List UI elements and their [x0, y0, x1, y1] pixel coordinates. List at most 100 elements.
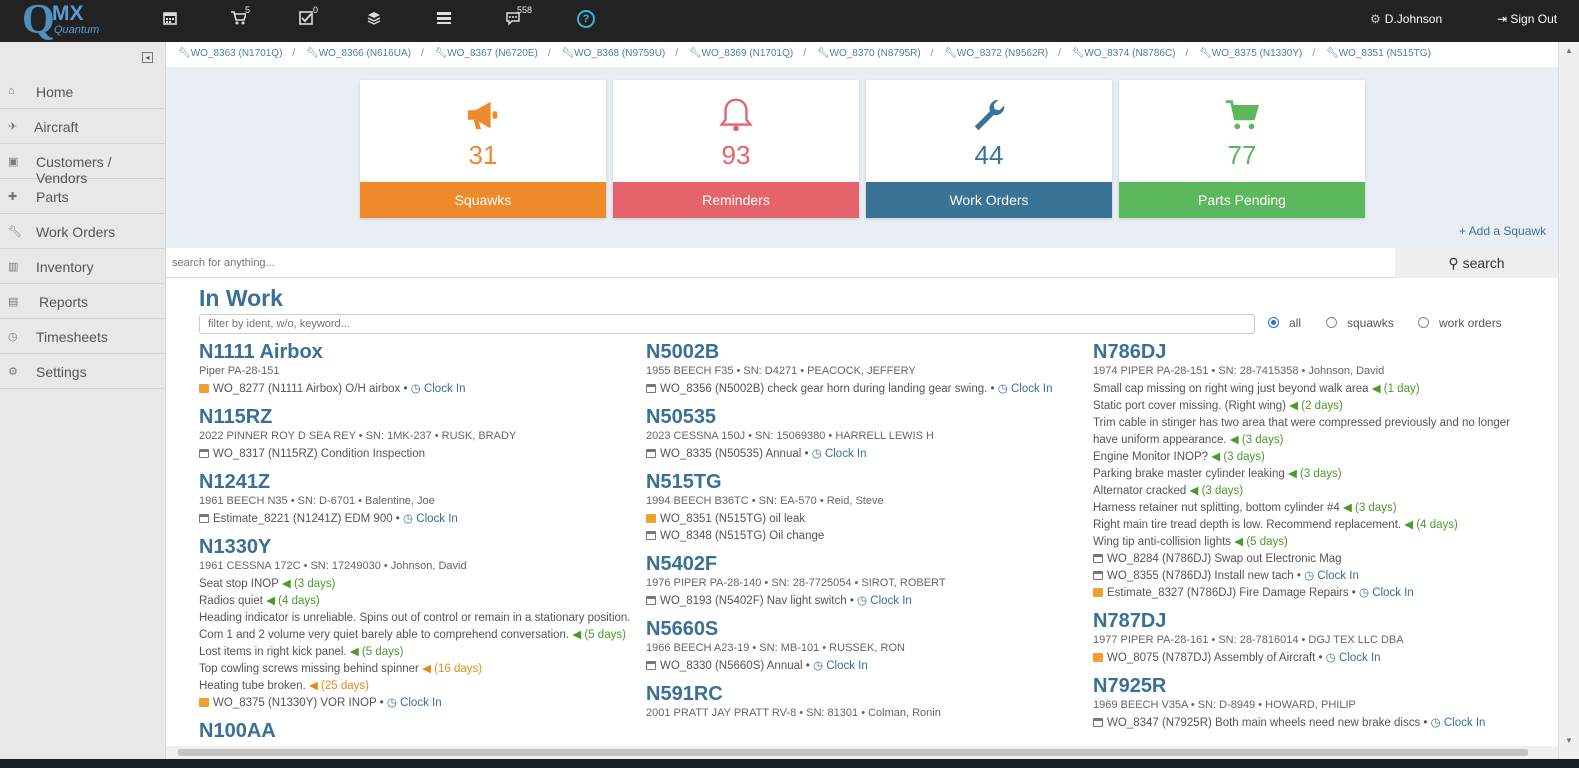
- work-order-item[interactable]: WO_8330 (N5660S) Annual • ◷ Clock In: [646, 658, 1086, 675]
- aircraft-tail-link[interactable]: N1241Z: [199, 470, 639, 494]
- work-order-item[interactable]: WO_8356 (N5002B) check gear horn during …: [646, 381, 1086, 398]
- aircraft-tail-link[interactable]: N515TG: [646, 470, 1086, 494]
- vertical-scrollbar[interactable]: ▲ ▼: [1558, 42, 1579, 768]
- squawk-item[interactable]: Top cowling screws missing behind spinne…: [199, 661, 639, 678]
- work-order-item[interactable]: WO_8335 (N50535) Annual • ◷ Clock In: [646, 446, 1086, 463]
- breadcrumb-link[interactable]: 🔧︎WO_8351 (N515TG): [1326, 48, 1431, 59]
- work-order-item[interactable]: Estimate_8221 (N1241Z) EDM 900 • ◷ Clock…: [199, 511, 639, 528]
- work-order-item[interactable]: WO_8277 (N1111 Airbox) O/H airbox • ◷ Cl…: [199, 381, 639, 398]
- clock-in-link[interactable]: ◷ Clock In: [387, 697, 442, 709]
- clock-in-link[interactable]: ◷ Clock In: [1304, 570, 1359, 582]
- horizontal-scrollbar[interactable]: [166, 746, 1558, 759]
- breadcrumb-link[interactable]: 🔧︎WO_8375 (N1330Y): [1199, 48, 1302, 59]
- tasks-icon[interactable]: 0: [298, 5, 318, 30]
- radio-work-orders[interactable]: work orders: [1418, 316, 1502, 330]
- aircraft-tail-link[interactable]: N1111 Airbox: [199, 340, 639, 364]
- work-order-item[interactable]: WO_8375 (N1330Y) VOR INOP • ◷ Clock In: [199, 695, 639, 712]
- clock-in-link[interactable]: ◷ Clock In: [812, 448, 867, 460]
- squawk-item[interactable]: Radios quiet ◀ (4 days): [199, 593, 639, 610]
- breadcrumb-link[interactable]: 🔧︎WO_8367 (N6720E): [435, 48, 538, 59]
- work-orders-card[interactable]: 44 Work Orders: [866, 80, 1112, 218]
- aircraft-tail-link[interactable]: N5660S: [646, 617, 1086, 641]
- messages-icon[interactable]: 558: [505, 5, 532, 30]
- squawk-item[interactable]: Wing tip anti-collision lights ◀ (5 days…: [1093, 534, 1533, 551]
- sidebar-item-settings[interactable]: ⚙ Settings: [0, 354, 166, 389]
- breadcrumb-link[interactable]: 🔧︎WO_8369 (N1701Q): [689, 48, 793, 59]
- search-button[interactable]: ⚲ search: [1395, 248, 1558, 278]
- aircraft-tail-link[interactable]: N115RZ: [199, 405, 639, 429]
- sign-out-link[interactable]: ⇥ Sign Out: [1497, 12, 1557, 26]
- work-order-item[interactable]: Estimate_8327 (N786DJ) Fire Damage Repai…: [1093, 585, 1533, 602]
- squawk-item[interactable]: Static port cover missing. (Right wing) …: [1093, 398, 1533, 415]
- sidebar-item-customers-vendors[interactable]: ▣ Customers / Vendors: [0, 144, 166, 186]
- aircraft-tail-link[interactable]: N1330Y: [199, 535, 639, 559]
- work-order-item[interactable]: WO_8351 (N515TG) oil leak: [646, 511, 1086, 528]
- aircraft-tail-link[interactable]: N7925R: [1093, 674, 1533, 698]
- radio-all[interactable]: all: [1268, 316, 1301, 330]
- aircraft-tail-link[interactable]: N5002B: [646, 340, 1086, 364]
- work-order-item[interactable]: WO_8347 (N7925R) Both main wheels need n…: [1093, 715, 1533, 732]
- breadcrumb-link[interactable]: 🔧︎WO_8363 (N1701Q): [178, 48, 282, 59]
- sidebar-item-work-orders[interactable]: 🔧︎ Work Orders: [0, 214, 166, 249]
- breadcrumb-link[interactable]: 🔧︎WO_8366 (N616UA): [306, 48, 411, 59]
- squawk-item[interactable]: Trim cable in stinger has two area that …: [1093, 415, 1533, 449]
- squawk-item[interactable]: Engine Monitor INOP? ◀ (3 days): [1093, 449, 1533, 466]
- work-order-item[interactable]: WO_8193 (N5402F) Nav light switch • ◷ Cl…: [646, 593, 1086, 610]
- clock-in-link[interactable]: ◷ Clock In: [1359, 587, 1414, 599]
- squawk-item[interactable]: Com 1 and 2 volume very quiet barely abl…: [199, 627, 639, 644]
- work-order-item[interactable]: WO_8317 (N115RZ) Condition Inspection: [199, 446, 639, 463]
- qmx-logo[interactable]: Q MX Quantum: [22, 0, 112, 43]
- horizontal-scroll-thumb[interactable]: [178, 749, 1528, 756]
- cart-icon[interactable]: 5: [230, 5, 250, 30]
- work-order-item[interactable]: WO_8075 (N787DJ) Assembly of Aircraft • …: [1093, 650, 1533, 667]
- filter-input[interactable]: [199, 314, 1255, 334]
- parts-pending-card[interactable]: 77 Parts Pending: [1119, 80, 1365, 218]
- storage-icon[interactable]: [436, 10, 452, 30]
- aircraft-tail-link[interactable]: N100AA: [199, 719, 639, 743]
- aircraft-tail-link[interactable]: N787DJ: [1093, 609, 1533, 633]
- user-menu[interactable]: ⚙ D.Johnson: [1370, 12, 1442, 26]
- squawk-item[interactable]: Small cap missing on right wing just bey…: [1093, 381, 1533, 398]
- breadcrumb-link[interactable]: 🔧︎WO_8374 (N8786C): [1072, 48, 1176, 59]
- reminders-card[interactable]: 93 Reminders: [613, 80, 859, 218]
- squawk-item[interactable]: Heading indicator is unreliable. Spins o…: [199, 610, 639, 627]
- breadcrumb-link[interactable]: 🔧︎WO_8368 (N9759U): [561, 48, 665, 59]
- sidebar-item-timesheets[interactable]: ◷ Timesheets: [0, 319, 166, 354]
- squawk-item[interactable]: Parking brake master cylinder leaking ◀ …: [1093, 466, 1533, 483]
- work-order-item[interactable]: WO_8355 (N786DJ) Install new tach • ◷ Cl…: [1093, 568, 1533, 585]
- calendar-icon[interactable]: [162, 10, 178, 30]
- radio-squawks[interactable]: squawks: [1326, 316, 1394, 330]
- squawk-item[interactable]: Seat stop INOP ◀ (3 days): [199, 576, 639, 593]
- scroll-up-icon[interactable]: ▲: [1565, 46, 1573, 55]
- clock-in-link[interactable]: ◷ Clock In: [403, 513, 458, 525]
- clock-in-link[interactable]: ◷ Clock In: [998, 383, 1053, 395]
- clock-in-link[interactable]: ◷ Clock In: [1431, 717, 1486, 729]
- squawk-item[interactable]: Harness retainer nut splitting, bottom c…: [1093, 500, 1533, 517]
- clock-in-link[interactable]: ◷ Clock In: [813, 660, 868, 672]
- sidebar-collapse-button[interactable]: ◂: [142, 52, 153, 63]
- work-order-item[interactable]: WO_8284 (N786DJ) Swap out Electronic Mag: [1093, 551, 1533, 568]
- sidebar-item-parts[interactable]: ✚ Parts: [0, 179, 166, 214]
- layers-icon[interactable]: [366, 10, 382, 30]
- sidebar-item-home[interactable]: ⌂ Home: [0, 74, 166, 109]
- sidebar-item-inventory[interactable]: ▥ Inventory: [0, 249, 166, 284]
- sidebar-item-reports[interactable]: ▤ Reports: [0, 284, 166, 319]
- squawk-item[interactable]: Right main tire tread depth is low. Reco…: [1093, 517, 1533, 534]
- search-input[interactable]: [166, 248, 1395, 278]
- aircraft-tail-link[interactable]: N786DJ: [1093, 340, 1533, 364]
- breadcrumb-link[interactable]: 🔧︎WO_8372 (N9562R): [944, 48, 1048, 59]
- help-icon[interactable]: ?: [577, 10, 595, 28]
- add-squawk-link[interactable]: + Add a Squawk: [1459, 224, 1546, 238]
- squawk-item[interactable]: Lost items in right kick panel. ◀ (5 day…: [199, 644, 639, 661]
- clock-in-link[interactable]: ◷ Clock In: [1326, 652, 1381, 664]
- squawk-item[interactable]: Heating tube broken. ◀ (25 days): [199, 678, 639, 695]
- clock-in-link[interactable]: ◷ Clock In: [411, 383, 466, 395]
- aircraft-tail-link[interactable]: N50535: [646, 405, 1086, 429]
- aircraft-tail-link[interactable]: N591RC: [646, 682, 1086, 706]
- sidebar-item-aircraft[interactable]: ✈ Aircraft: [0, 109, 166, 144]
- work-order-item[interactable]: WO_8348 (N515TG) Oil change: [646, 528, 1086, 545]
- clock-in-link[interactable]: ◷ Clock In: [857, 595, 912, 607]
- squawk-item[interactable]: Alternator cracked ◀ (3 days): [1093, 483, 1533, 500]
- scroll-down-icon[interactable]: ▼: [1565, 736, 1573, 745]
- aircraft-tail-link[interactable]: N5402F: [646, 552, 1086, 576]
